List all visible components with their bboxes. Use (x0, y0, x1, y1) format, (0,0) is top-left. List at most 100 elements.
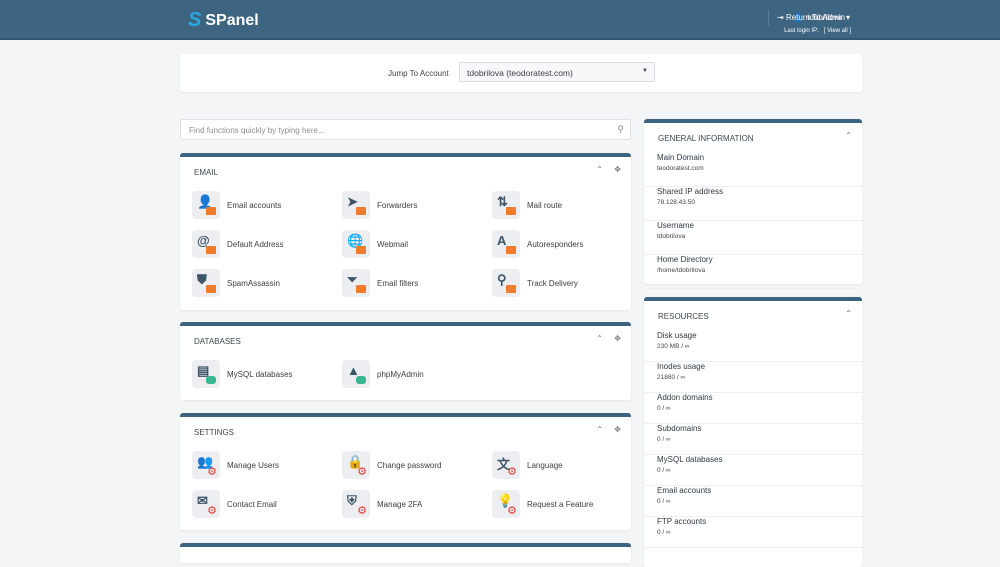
lock-icon: 🔒 ⚙ (342, 451, 370, 479)
info-row: Shared IP address 78.128.43.50 (644, 187, 862, 221)
collapse-icon[interactable]: ⌃ (845, 131, 852, 140)
route-icon: ⇅ (492, 191, 520, 219)
collapse-icon[interactable]: ⌃ (596, 334, 603, 343)
function-item[interactable]: ▲ phpMyAdmin (342, 360, 482, 388)
gear-badge-icon: ⚙ (207, 466, 217, 478)
move-icon[interactable]: ✥ (614, 334, 621, 343)
search-icon: ⚲ (617, 124, 624, 134)
function-item[interactable]: ▤ MySQL databases (192, 360, 332, 388)
at-icon: @ (192, 230, 220, 258)
settings-panel: SETTINGS ⌃ ✥ 👥 ⚙ Manage Users 🔒 ⚙ Change passwor… (180, 413, 631, 530)
function-item[interactable]: ➤ Forwarders (342, 191, 482, 219)
logo[interactable]: S SPanel (188, 9, 259, 32)
next-panel (180, 543, 631, 563)
last-login: Last login IP: [ View all ] (784, 28, 851, 34)
shield-icon: ⛊ (192, 269, 220, 297)
function-label: Track Delivery (527, 278, 578, 288)
function-item[interactable]: ⚲ Track Delivery (492, 269, 632, 297)
twofa-icon: ⛨ ⚙ (342, 490, 370, 518)
account-select-value: tdobrilova (teodoratest.com) (467, 68, 573, 78)
view-all-link[interactable]: [ View all ] (824, 28, 851, 34)
info-value: 78.128.43.50 (657, 199, 695, 206)
info-value: 0 / ∞ (657, 529, 671, 536)
function-item[interactable]: 文 ⚙ Language (492, 451, 632, 479)
function-label: Mail route (527, 200, 563, 210)
info-value: teodoratest.com (657, 165, 704, 172)
info-label: Email accounts (657, 486, 712, 495)
info-row: Addon domains 0 / ∞ (644, 393, 862, 424)
info-label: Inodes usage (657, 362, 706, 371)
a-icon: A (492, 230, 520, 258)
function-label: Change password (377, 460, 442, 470)
info-row: Disk usage 230 MB / ∞ (644, 331, 862, 362)
resources-panel: RESOURCES ⌃ Disk usage 230 MB / ∞ Inodes usa… (644, 297, 862, 567)
icon-glyph: A (497, 233, 507, 248)
collapse-icon[interactable]: ⌃ (845, 309, 852, 318)
move-icon[interactable]: ✥ (614, 425, 621, 434)
function-label: Manage Users (227, 460, 280, 470)
caret-down-icon: ▼ (642, 68, 648, 74)
info-label: Shared IP address (657, 187, 724, 196)
function-label: Manage 2FA (377, 499, 423, 509)
function-item[interactable]: 👥 ⚙ Manage Users (192, 451, 332, 479)
function-label: Default Address (227, 239, 284, 249)
function-label: phpMyAdmin (377, 369, 424, 379)
function-item[interactable]: 👤 Email accounts (192, 191, 332, 219)
info-value: /home/tdobrilova (657, 267, 706, 274)
account-select[interactable]: tdobrilova (teodoratest.com) ▼ (459, 62, 655, 82)
gear-badge-icon: ⚙ (507, 505, 517, 517)
collapse-icon[interactable]: ⌃ (596, 165, 603, 174)
info-value: 0 / ∞ (657, 467, 671, 474)
panel-title: GENERAL INFORMATION (658, 134, 754, 143)
function-label: Language (527, 460, 563, 470)
last-login-label: Last login IP: (784, 28, 819, 34)
user-icon: 👤 (192, 191, 220, 219)
search-placeholder: Find functions quickly by typing here... (189, 126, 325, 135)
jump-to-account-card: Jump To Account tdobrilova (teodoratest.… (180, 54, 862, 92)
info-label: Username (657, 221, 694, 230)
info-row: Inodes usage 21880 / ∞ (644, 362, 862, 393)
function-label: Email accounts (227, 200, 282, 210)
move-icon[interactable]: ✥ (614, 165, 621, 174)
function-item[interactable]: A Autoresponders (492, 230, 632, 258)
function-label: Request a Feature (527, 499, 594, 509)
info-value: 0 / ∞ (657, 405, 671, 412)
info-row: Email accounts 0 / ∞ (644, 486, 862, 517)
mail-badge-icon (206, 246, 216, 254)
info-value: 0 / ∞ (657, 436, 671, 443)
mail-badge-icon (506, 207, 516, 215)
info-row: Subdomains 0 / ∞ (644, 424, 862, 455)
function-label: Email filters (377, 278, 419, 288)
magnifier-icon: ⚲ (492, 269, 520, 297)
return-to-admin-link[interactable]: ⇥ Return To Admin (777, 13, 845, 22)
collapse-icon[interactable]: ⌃ (596, 425, 603, 434)
email-panel: EMAIL ⌃ ✥ 👤 Email accounts ➤ Forwarders ⇅ Mail r… (180, 153, 631, 310)
logo-text: SPanel (205, 11, 259, 29)
function-item[interactable]: ⛨ ⚙ Manage 2FA (342, 490, 482, 518)
bulb-icon: 💡 ⚙ (492, 490, 520, 518)
function-item[interactable]: @ Default Address (192, 230, 332, 258)
info-label: MySQL databases (657, 455, 723, 464)
gear-badge-icon: ⚙ (357, 466, 367, 478)
info-row: Home Directory/home/tdobrilova (644, 255, 862, 289)
function-search-input[interactable]: Find functions quickly by typing here...… (180, 119, 631, 140)
info-label: Addon domains (657, 393, 713, 402)
divider (768, 10, 769, 26)
admin-icon: ▲ (342, 360, 370, 388)
function-item[interactable]: ⇅ Mail route (492, 191, 632, 219)
function-item[interactable]: 💡 ⚙ Request a Feature (492, 490, 632, 518)
panel-title: SETTINGS (194, 428, 235, 437)
logo-icon: S (188, 9, 202, 31)
function-item[interactable]: ⏷ Email filters (342, 269, 482, 297)
panel-title: EMAIL (194, 168, 219, 177)
function-item[interactable]: ⛊ SpamAssassin (192, 269, 332, 297)
mail-badge-icon (356, 285, 366, 293)
function-label: Forwarders (377, 200, 418, 210)
function-item[interactable]: 🔒 ⚙ Change password (342, 451, 482, 479)
info-value: tdobrilova (657, 233, 686, 240)
function-item[interactable]: 🌐 Webmail (342, 230, 482, 258)
function-item[interactable]: ✉ ⚙ Contact Email (192, 490, 332, 518)
language-icon: 文 ⚙ (492, 451, 520, 479)
server-icon: ▤ (192, 360, 220, 388)
panel-title: RESOURCES (658, 312, 709, 321)
